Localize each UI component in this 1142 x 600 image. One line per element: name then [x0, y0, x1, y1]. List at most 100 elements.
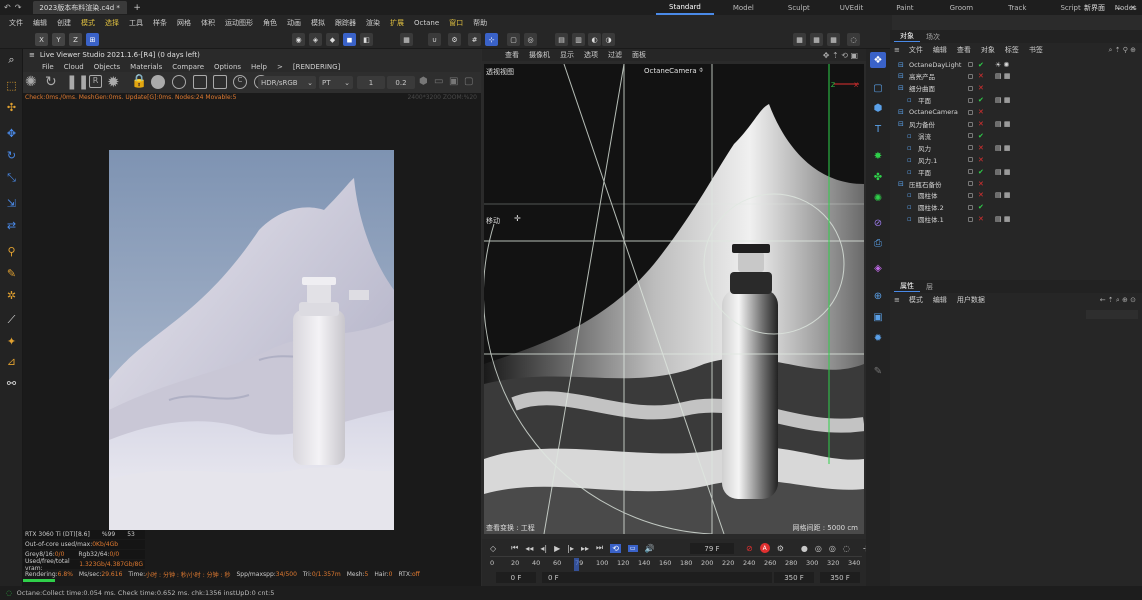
pen-tool-icon[interactable]: ✎ [870, 363, 886, 379]
camera-lock-icon[interactable]: ⌽ [699, 66, 703, 75]
object-row[interactable]: ▫ 平面 ✔ ▤ ▦ [890, 95, 1142, 106]
next-frame-icon[interactable]: |▸ [567, 544, 574, 553]
interactive-render-icon[interactable]: ◑ [602, 33, 615, 46]
attr-nav-icons[interactable]: ← ⇡ ⌕ ⊕ ⊙ [1100, 296, 1136, 305]
enable-toggle-icon[interactable]: ✕ [978, 120, 984, 128]
viewport-menu-item-0[interactable]: 查看 [500, 50, 524, 60]
cloud-icon[interactable]: C [233, 75, 247, 89]
undo-icon[interactable]: ↶ [4, 3, 11, 12]
om-menu-edit[interactable]: 编辑 [928, 45, 952, 55]
film-record-icon[interactable]: ▦ [810, 33, 823, 46]
new-tab-button[interactable]: + [133, 3, 141, 13]
object-row[interactable]: ⊟ 高亮产品 ✕ ▤ ▦ [890, 71, 1142, 82]
select-icon[interactable]: ⬚ [3, 77, 20, 94]
viewport-menu-item-3[interactable]: 选项 [579, 50, 603, 60]
kernel-dropdown[interactable]: PT ⌄ [319, 76, 353, 89]
menu-item-0[interactable]: 文件 [4, 18, 28, 28]
param-key-icon[interactable]: ◌ [843, 544, 850, 553]
auto-key-icon[interactable]: A [759, 543, 770, 553]
object-row[interactable]: ▫ 风力 ✕ ▤ ▦ [890, 142, 1142, 153]
visibility-toggle[interactable] [968, 145, 973, 151]
camera-object-icon[interactable]: ⎙ [870, 235, 886, 251]
object-row[interactable]: ⊟ 风力备份 ✕ ▤ ▦ [890, 119, 1142, 130]
object-tags-icon[interactable]: ☀ ✺ [995, 61, 1009, 69]
menu-item-4[interactable]: 选择 [100, 18, 124, 28]
tab-layers[interactable]: 层 [920, 282, 939, 292]
camera-name[interactable]: OctaneCamera [644, 67, 697, 75]
generator-icon[interactable]: ✸ [870, 148, 886, 164]
weld-icon[interactable]: ⚯ [3, 375, 20, 392]
text-icon[interactable]: T [870, 121, 886, 137]
render-queue-icon[interactable]: ◌ [847, 33, 860, 46]
object-row[interactable]: ⊟ 细分曲面 ✕ [890, 83, 1142, 94]
enable-toggle-icon[interactable]: ✕ [978, 108, 984, 116]
hex-icon[interactable]: ⬢ [419, 76, 428, 87]
camera-icon[interactable]: ▣ [449, 76, 458, 87]
layout-paint[interactable]: Paint [878, 0, 931, 15]
enable-toggle-icon[interactable]: ✕ [978, 180, 984, 188]
next-key-icon[interactable]: ▸▸ [581, 544, 589, 553]
preview-end-field[interactable]: 350 F [820, 572, 860, 583]
magnet-icon[interactable]: ∪ [428, 33, 441, 46]
range-icon[interactable]: ▭ [627, 544, 638, 552]
current-frame-field[interactable]: 79 F [690, 543, 734, 554]
axis-z-button[interactable]: Z [69, 33, 82, 46]
render-region-icon[interactable]: ▢ [507, 33, 520, 46]
menu-item-3[interactable]: 模式 [76, 18, 100, 28]
menu-item-17[interactable]: 窗口 [444, 18, 468, 28]
workplane-icon[interactable]: ▦ [400, 33, 413, 46]
visibility-toggle[interactable] [968, 73, 973, 79]
color-space-dropdown[interactable]: HDR/sRGB ⌄ [258, 76, 316, 89]
timeline-ruler[interactable]: 0 20 40 60 79 100 120 140 160 180 200 220 240 260 280 3… [490, 556, 862, 571]
scene-icon[interactable]: ⊕ [870, 288, 886, 304]
paint-icon[interactable]: ⟋ [3, 311, 20, 328]
floor-icon[interactable]: ▣ [870, 309, 886, 325]
object-tags-icon[interactable]: ▤ ▦ [995, 144, 1010, 152]
film-icon[interactable]: ▦ [793, 33, 806, 46]
prev-frame-icon[interactable]: ◂| [540, 544, 547, 553]
lv-menu-item-0[interactable]: File [37, 63, 59, 71]
search-icon[interactable]: ⌕ [3, 51, 20, 68]
snap-icon[interactable]: ⊹ [485, 33, 498, 46]
lv-menu-item-3[interactable]: Materials [125, 63, 167, 71]
settings-gear-icon[interactable]: ✹ [107, 73, 120, 91]
layout-track[interactable]: Track [991, 0, 1043, 15]
lv-menu-item-7[interactable]: > [272, 63, 288, 71]
object-row[interactable]: ▫ 圆柱体.2 ✔ [890, 202, 1142, 213]
object-tags-icon[interactable]: ▤ ▦ [995, 72, 1010, 80]
start-frame-field[interactable]: 0 F [496, 572, 536, 583]
focus-icon[interactable] [193, 75, 207, 89]
render-view-icon[interactable]: ◎ [524, 33, 537, 46]
lv-menu-item-1[interactable]: Cloud [59, 63, 89, 71]
light-icon[interactable]: ✹ [870, 330, 886, 346]
snapshot-icon[interactable]: ▢ [464, 76, 473, 87]
viewport-menu-item-4[interactable]: 过滤 [603, 50, 627, 60]
viewport-menu-item-1[interactable]: 摄像机 [524, 50, 555, 60]
object-tags-icon[interactable]: ▤ ▦ [995, 96, 1010, 104]
object-row[interactable]: ▫ 风力.1 ✕ [890, 154, 1142, 165]
visibility-toggle[interactable] [968, 85, 973, 91]
film-settings-icon[interactable]: ▦ [827, 33, 840, 46]
layout-groom[interactable]: Groom [932, 0, 992, 15]
pause-icon[interactable]: ❚❚ [66, 74, 89, 90]
enable-toggle-icon[interactable]: ✕ [978, 72, 984, 80]
menu-item-15[interactable]: 扩展 [385, 18, 409, 28]
new-ui-button[interactable]: 新界面 [1084, 3, 1105, 13]
visibility-toggle[interactable] [968, 97, 973, 103]
bevel-icon[interactable]: ⊿ [3, 353, 20, 370]
axis-transform-icon[interactable]: ⇄ [3, 217, 20, 234]
brush-icon[interactable]: ✎ [3, 265, 20, 282]
menu-item-6[interactable]: 样条 [148, 18, 172, 28]
end-frame-field[interactable]: 350 F [774, 572, 814, 583]
field-icon[interactable]: ◈ [870, 260, 886, 276]
enable-toggle-icon[interactable]: ✔ [978, 61, 984, 69]
move-icon[interactable]: ✥ [3, 125, 20, 142]
key-settings-icon[interactable]: ⚙ [777, 544, 784, 553]
edge-mode-icon[interactable]: ◈ [309, 33, 322, 46]
object-tags-icon[interactable]: ▤ ▦ [995, 168, 1010, 176]
enable-toggle-icon[interactable]: ✕ [978, 144, 984, 152]
attr-lock-field[interactable] [1086, 310, 1138, 319]
menu-item-5[interactable]: 工具 [124, 18, 148, 28]
menu-item-9[interactable]: 运动图形 [220, 18, 258, 28]
mograph-icon[interactable]: ✤ [870, 169, 886, 185]
